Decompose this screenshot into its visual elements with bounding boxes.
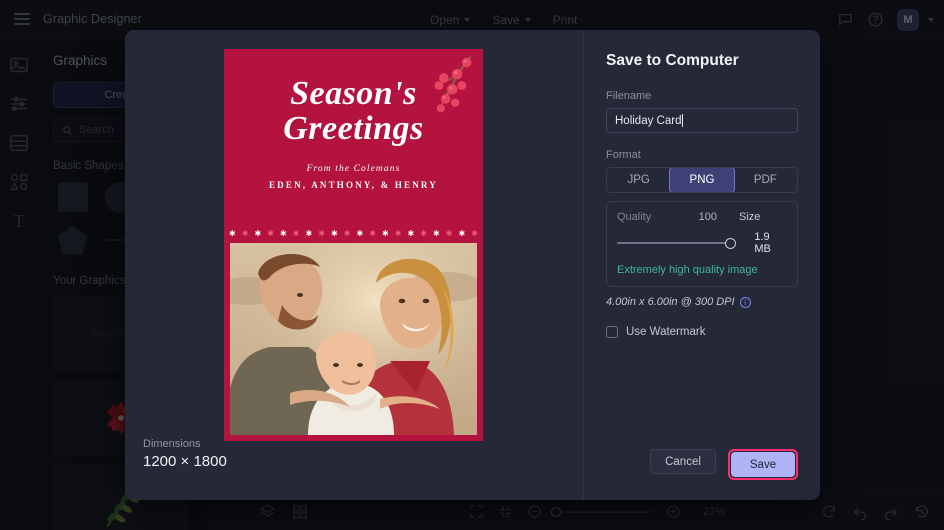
save-button-highlight: Save: [728, 449, 798, 480]
filename-value: Holiday Card: [615, 114, 682, 127]
size-value: 1.9 MB: [754, 231, 771, 255]
card-preview[interactable]: Season's Greetings From the Colemans EDE…: [224, 49, 483, 441]
save-form-pane: Save to Computer Filename Holiday Card F…: [584, 30, 820, 500]
quality-header-row: Quality 100 Size: [617, 211, 787, 223]
quality-note: Extremely high quality image: [617, 264, 758, 276]
format-label: Format: [606, 149, 641, 161]
size-label: Size: [739, 211, 761, 223]
format-jpg-button[interactable]: JPG: [607, 168, 670, 192]
family-photo: [230, 243, 477, 435]
watermark-label: Use Watermark: [626, 326, 706, 338]
family-photo-illustration: [230, 243, 477, 435]
dpi-text: 4.00in x 6.00in @ 300 DPI: [606, 296, 735, 308]
app-root: Graphic Designer Open Save Print: [0, 0, 944, 530]
cancel-button[interactable]: Cancel: [650, 449, 716, 474]
dimensions-block: Dimensions 1200 × 1800: [143, 438, 227, 470]
preview-pane: Season's Greetings From the Colemans EDE…: [125, 30, 584, 500]
quality-slider-knob[interactable]: [725, 237, 737, 249]
card-names-line: EDEN, ANTHONY, & HENRY: [268, 180, 439, 190]
quality-label: Quality: [617, 211, 652, 223]
save-button[interactable]: Save: [731, 452, 795, 477]
dimensions-label: Dimensions: [143, 438, 201, 450]
dialog-actions: Cancel Save: [606, 449, 798, 480]
watermark-checkbox[interactable]: [606, 326, 618, 338]
card-title: Season's Greetings: [224, 75, 483, 147]
dpi-line: 4.00in x 6.00in @ 300 DPI i: [606, 296, 798, 308]
filename-input[interactable]: Holiday Card: [606, 108, 798, 133]
quality-panel: Quality 100 Size 1.9 MB Extremely high q…: [606, 201, 798, 287]
dialog-title: Save to Computer: [606, 52, 739, 69]
card-from-line: From the Colemans: [306, 164, 401, 174]
format-selector: JPG PNG PDF: [606, 167, 798, 193]
text-cursor: [682, 114, 684, 127]
format-pdf-button[interactable]: PDF: [734, 168, 797, 192]
dimensions-value: 1200 × 1800: [143, 453, 227, 470]
watermark-row[interactable]: Use Watermark: [606, 326, 798, 338]
card-title-line2: Greetings: [283, 109, 424, 147]
card-title-line1: Season's: [290, 75, 417, 112]
filename-label: Filename: [606, 90, 652, 102]
snowflake-divider: ✱ ✱ ✱ ✱ ✱ ✱ ✱ ✱ ✱ ✱ ✱ ✱ ✱ ✱ ✱ ✱ ✱ ✱ ✱ ✱: [229, 229, 478, 238]
quality-value: 100: [698, 211, 717, 223]
quality-slider[interactable]: [617, 237, 737, 249]
format-png-button[interactable]: PNG: [669, 168, 735, 192]
info-icon[interactable]: i: [739, 296, 751, 308]
quality-slider-row: 1.9 MB: [617, 231, 787, 255]
save-dialog: Season's Greetings From the Colemans EDE…: [125, 30, 820, 500]
